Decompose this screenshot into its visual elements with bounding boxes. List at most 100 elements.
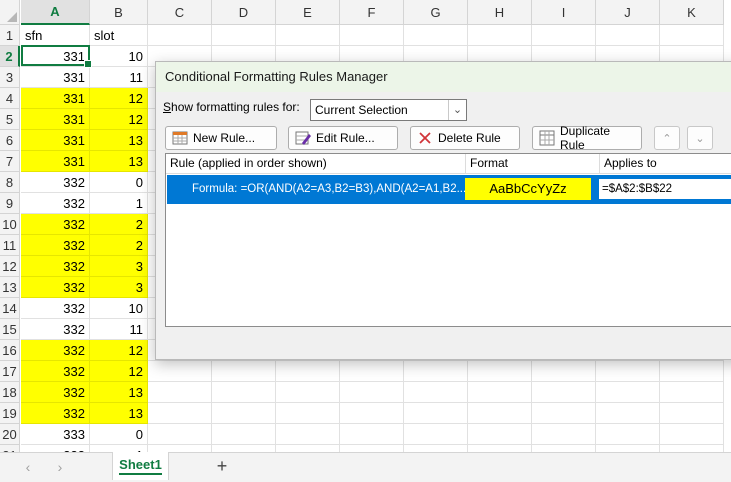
cell-a12[interactable]: 332 xyxy=(21,256,90,277)
row-header[interactable]: 13 xyxy=(0,277,20,298)
column-header-j[interactable]: J xyxy=(596,0,660,25)
rule-row-selected[interactable]: Formula: =OR(AND(A2=A3,B2=B3),AND(A2=A1,… xyxy=(167,175,731,204)
cell-a4[interactable]: 331 xyxy=(21,88,90,109)
cell-f19[interactable] xyxy=(340,403,404,424)
cell-a9[interactable]: 332 xyxy=(21,193,90,214)
cell-b9[interactable]: 1 xyxy=(90,193,148,214)
move-up-button[interactable]: ⌃ xyxy=(654,126,680,150)
row-header[interactable]: 8 xyxy=(0,172,20,193)
cell-b17[interactable]: 12 xyxy=(90,361,148,382)
cell-h17[interactable] xyxy=(468,361,532,382)
row-header[interactable]: 11 xyxy=(0,235,20,256)
previous-sheet-icon[interactable]: ‹ xyxy=(20,459,36,475)
cell-h19[interactable] xyxy=(468,403,532,424)
cell-b1[interactable]: slot xyxy=(90,25,148,46)
cell-c17[interactable] xyxy=(148,361,212,382)
cell-e19[interactable] xyxy=(276,403,340,424)
cell-i18[interactable] xyxy=(532,382,596,403)
add-sheet-button[interactable]: + xyxy=(213,457,231,477)
cell-h18[interactable] xyxy=(468,382,532,403)
rules-list[interactable]: Rule (applied in order shown) Format App… xyxy=(165,153,731,327)
cell-b8[interactable]: 0 xyxy=(90,172,148,193)
cell-a7[interactable]: 331 xyxy=(21,151,90,172)
cell-b21[interactable]: 1 xyxy=(90,445,148,452)
cell-b13[interactable]: 3 xyxy=(90,277,148,298)
row-header[interactable]: 7 xyxy=(0,151,20,172)
select-all-corner[interactable] xyxy=(0,0,20,25)
cell-a15[interactable]: 332 xyxy=(21,319,90,340)
cell-j20[interactable] xyxy=(596,424,660,445)
cell-d19[interactable] xyxy=(212,403,276,424)
cell-k1[interactable] xyxy=(660,25,724,46)
cell-e20[interactable] xyxy=(276,424,340,445)
edit-rule-button[interactable]: Edit Rule... xyxy=(288,126,398,150)
cell-a14[interactable]: 332 xyxy=(21,298,90,319)
cell-b14[interactable]: 10 xyxy=(90,298,148,319)
column-header-a[interactable]: A xyxy=(21,0,90,25)
cell-d18[interactable] xyxy=(212,382,276,403)
cell-a18[interactable]: 332 xyxy=(21,382,90,403)
cell-b18[interactable]: 13 xyxy=(90,382,148,403)
row-header[interactable]: 14 xyxy=(0,298,20,319)
cell-k18[interactable] xyxy=(660,382,724,403)
row-header[interactable]: 9 xyxy=(0,193,20,214)
duplicate-rule-button[interactable]: Duplicate Rule xyxy=(532,124,642,152)
row-header[interactable]: 17 xyxy=(0,361,20,382)
cell-a1[interactable]: sfn xyxy=(21,25,90,46)
cell-a10[interactable]: 332 xyxy=(21,214,90,235)
cell-c18[interactable] xyxy=(148,382,212,403)
cell-a6[interactable]: 331 xyxy=(21,130,90,151)
cell-j17[interactable] xyxy=(596,361,660,382)
cell-k21[interactable] xyxy=(660,445,724,452)
cell-a13[interactable]: 332 xyxy=(21,277,90,298)
cell-b4[interactable]: 12 xyxy=(90,88,148,109)
cell-j1[interactable] xyxy=(596,25,660,46)
cell-b6[interactable]: 13 xyxy=(90,130,148,151)
cell-b16[interactable]: 12 xyxy=(90,340,148,361)
column-header-c[interactable]: C xyxy=(148,0,212,25)
cell-g20[interactable] xyxy=(404,424,468,445)
cell-i1[interactable] xyxy=(532,25,596,46)
cell-h21[interactable] xyxy=(468,445,532,452)
cell-e18[interactable] xyxy=(276,382,340,403)
cell-c19[interactable] xyxy=(148,403,212,424)
delete-rule-button[interactable]: Delete Rule xyxy=(410,126,520,150)
cell-e1[interactable] xyxy=(276,25,340,46)
cell-e21[interactable] xyxy=(276,445,340,452)
next-sheet-icon[interactable]: › xyxy=(52,459,68,475)
cell-j19[interactable] xyxy=(596,403,660,424)
cell-b15[interactable]: 11 xyxy=(90,319,148,340)
column-header-i[interactable]: I xyxy=(532,0,596,25)
cell-a21[interactable]: 333 xyxy=(21,445,90,452)
row-header[interactable]: 4 xyxy=(0,88,20,109)
cell-h1[interactable] xyxy=(468,25,532,46)
row-header[interactable]: 15 xyxy=(0,319,20,340)
cell-f21[interactable] xyxy=(340,445,404,452)
column-header-b[interactable]: B xyxy=(90,0,148,25)
cell-i20[interactable] xyxy=(532,424,596,445)
cell-a3[interactable]: 331 xyxy=(21,67,90,88)
column-header-e[interactable]: E xyxy=(276,0,340,25)
row-header[interactable]: 6 xyxy=(0,130,20,151)
column-header-d[interactable]: D xyxy=(212,0,276,25)
row-header[interactable]: 3 xyxy=(0,67,20,88)
new-rule-button[interactable]: New Rule... xyxy=(165,126,277,150)
applies-to-field[interactable]: =$A$2:$B$22 xyxy=(598,178,731,200)
row-header[interactable]: 21 xyxy=(0,445,20,452)
cell-g21[interactable] xyxy=(404,445,468,452)
cell-i19[interactable] xyxy=(532,403,596,424)
cell-a5[interactable]: 331 xyxy=(21,109,90,130)
row-header[interactable]: 20 xyxy=(0,424,20,445)
row-header[interactable]: 16 xyxy=(0,340,20,361)
row-header[interactable]: 18 xyxy=(0,382,20,403)
cell-a19[interactable]: 332 xyxy=(21,403,90,424)
cell-i21[interactable] xyxy=(532,445,596,452)
row-header[interactable]: 2 xyxy=(0,46,20,67)
cell-b20[interactable]: 0 xyxy=(90,424,148,445)
row-header[interactable]: 1 xyxy=(0,25,20,46)
cell-i17[interactable] xyxy=(532,361,596,382)
row-header[interactable]: 5 xyxy=(0,109,20,130)
cell-b11[interactable]: 2 xyxy=(90,235,148,256)
row-header[interactable]: 19 xyxy=(0,403,20,424)
cell-h20[interactable] xyxy=(468,424,532,445)
